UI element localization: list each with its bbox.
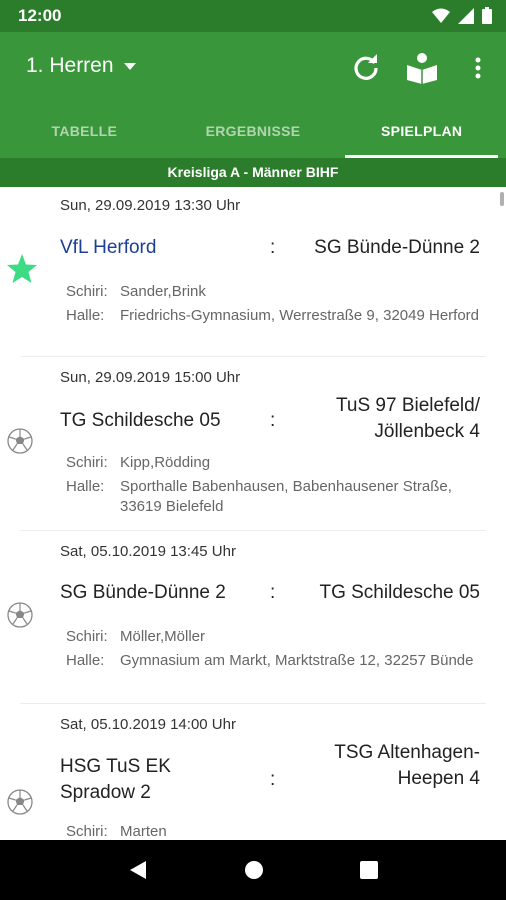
tab-tabelle[interactable]: TABELLE <box>0 104 169 158</box>
star-icon[interactable] <box>6 253 38 285</box>
referee-value: Marten <box>120 823 167 840</box>
status-icons <box>432 7 492 24</box>
home-team: TG Schildesche 05 <box>60 410 221 431</box>
home-icon[interactable] <box>244 860 264 880</box>
handball-icon <box>7 602 33 628</box>
home-team: HSG TuS EK Spradow 2 <box>60 756 171 803</box>
tab-spielplan[interactable]: SPIELPLAN <box>337 104 506 158</box>
away-team: TuS 97 Bielefeld/ Jöllenbeck 4 <box>336 395 480 442</box>
more-vert-icon <box>475 57 481 79</box>
system-nav-bar <box>0 840 506 900</box>
venue-label: Halle: <box>66 307 105 324</box>
league-title: Kreisliga A - Männer BIHF <box>0 158 506 187</box>
match-datetime: Sun, 29.09.2019 13:30 Uhr <box>60 197 241 214</box>
wifi-icon <box>432 8 450 23</box>
match-details: Schiri: Möller,Möller Halle: Gymnasium am … <box>66 627 480 671</box>
match-item[interactable]: Sat, 05.10.2019 13:45 Uhr SG Bünde-Dünne… <box>7 531 486 704</box>
score-separator: : <box>270 237 276 258</box>
recents-icon[interactable] <box>360 861 378 879</box>
away-team: TG Schildesche 05 <box>319 582 480 603</box>
tab-bar: TABELLE ERGEBNISSE SPIELPLAN <box>0 104 506 158</box>
match-item[interactable]: Sun, 29.09.2019 13:30 Uhr VfL Herford : … <box>7 187 486 357</box>
venue-value: Gymnasium am Markt, Marktstraße 12, 3225… <box>120 652 474 669</box>
refresh-icon <box>354 54 378 80</box>
match-datetime: Sun, 29.09.2019 15:00 Uhr <box>60 369 241 386</box>
match-details: Schiri: Sander,Brink Halle: Friedrichs-Gym… <box>66 282 480 326</box>
team-selector-label: 1. Herren <box>26 54 114 77</box>
score-separator: : <box>270 769 276 790</box>
battery-icon <box>482 7 492 24</box>
venue-value: Sporthalle Babenhausen, Babenhausener St… <box>120 478 452 515</box>
referee-label: Schiri: <box>66 628 108 645</box>
referee-value: Kipp,Rödding <box>120 454 211 471</box>
referee-label: Schiri: <box>66 283 108 300</box>
app-bar: 1. Herren <box>0 32 506 104</box>
match-datetime: Sat, 05.10.2019 14:00 Uhr <box>60 716 236 733</box>
handball-icon <box>7 789 33 815</box>
book-reader-icon <box>407 53 437 84</box>
tab-ergebnisse[interactable]: ERGEBNISSE <box>169 104 338 158</box>
handball-icon <box>7 428 33 454</box>
match-item[interactable]: Sun, 29.09.2019 15:00 Uhr TG Schildesche… <box>7 357 486 531</box>
cellular-signal-icon <box>458 7 474 24</box>
scrollbar-thumb[interactable] <box>500 192 504 206</box>
match-item[interactable]: Sat, 05.10.2019 14:00 Uhr HSG TuS EK Spr… <box>7 704 486 840</box>
team-selector-dropdown[interactable]: 1. Herren <box>26 54 136 78</box>
back-icon[interactable] <box>128 860 148 880</box>
status-bar: 12:00 <box>0 0 506 32</box>
dropdown-arrow-icon <box>123 62 136 70</box>
refresh-button[interactable] <box>338 48 394 88</box>
home-team[interactable]: VfL Herford <box>60 235 156 261</box>
score-separator: : <box>270 582 276 603</box>
overflow-menu-button[interactable] <box>450 48 506 88</box>
match-details: Schiri: Marten <box>66 822 480 840</box>
venue-label: Halle: <box>66 478 105 495</box>
status-time: 12:00 <box>18 6 62 25</box>
referee-value: Möller,Möller <box>120 628 206 645</box>
venue-value: Friedrichs-Gymnasium, Werrestraße 9, 320… <box>120 307 480 324</box>
match-details: Schiri: Kipp,Rödding Halle: Sporthalle Bab… <box>66 453 480 517</box>
match-list[interactable]: Sun, 29.09.2019 13:30 Uhr VfL Herford : … <box>0 187 506 840</box>
home-team: SG Bünde-Dünne 2 <box>60 582 226 603</box>
referee-label: Schiri: <box>66 454 108 471</box>
venue-label: Halle: <box>66 652 105 669</box>
away-team: TSG Altenhagen-Heepen 4 <box>334 742 480 789</box>
referee-label: Schiri: <box>66 823 108 840</box>
away-team: SG Bünde-Dünne 2 <box>314 237 480 258</box>
match-datetime: Sat, 05.10.2019 13:45 Uhr <box>60 543 236 560</box>
app-bar-actions <box>338 48 506 88</box>
rules-book-button[interactable] <box>394 48 450 88</box>
score-separator: : <box>270 410 276 431</box>
referee-value: Sander,Brink <box>120 283 206 300</box>
